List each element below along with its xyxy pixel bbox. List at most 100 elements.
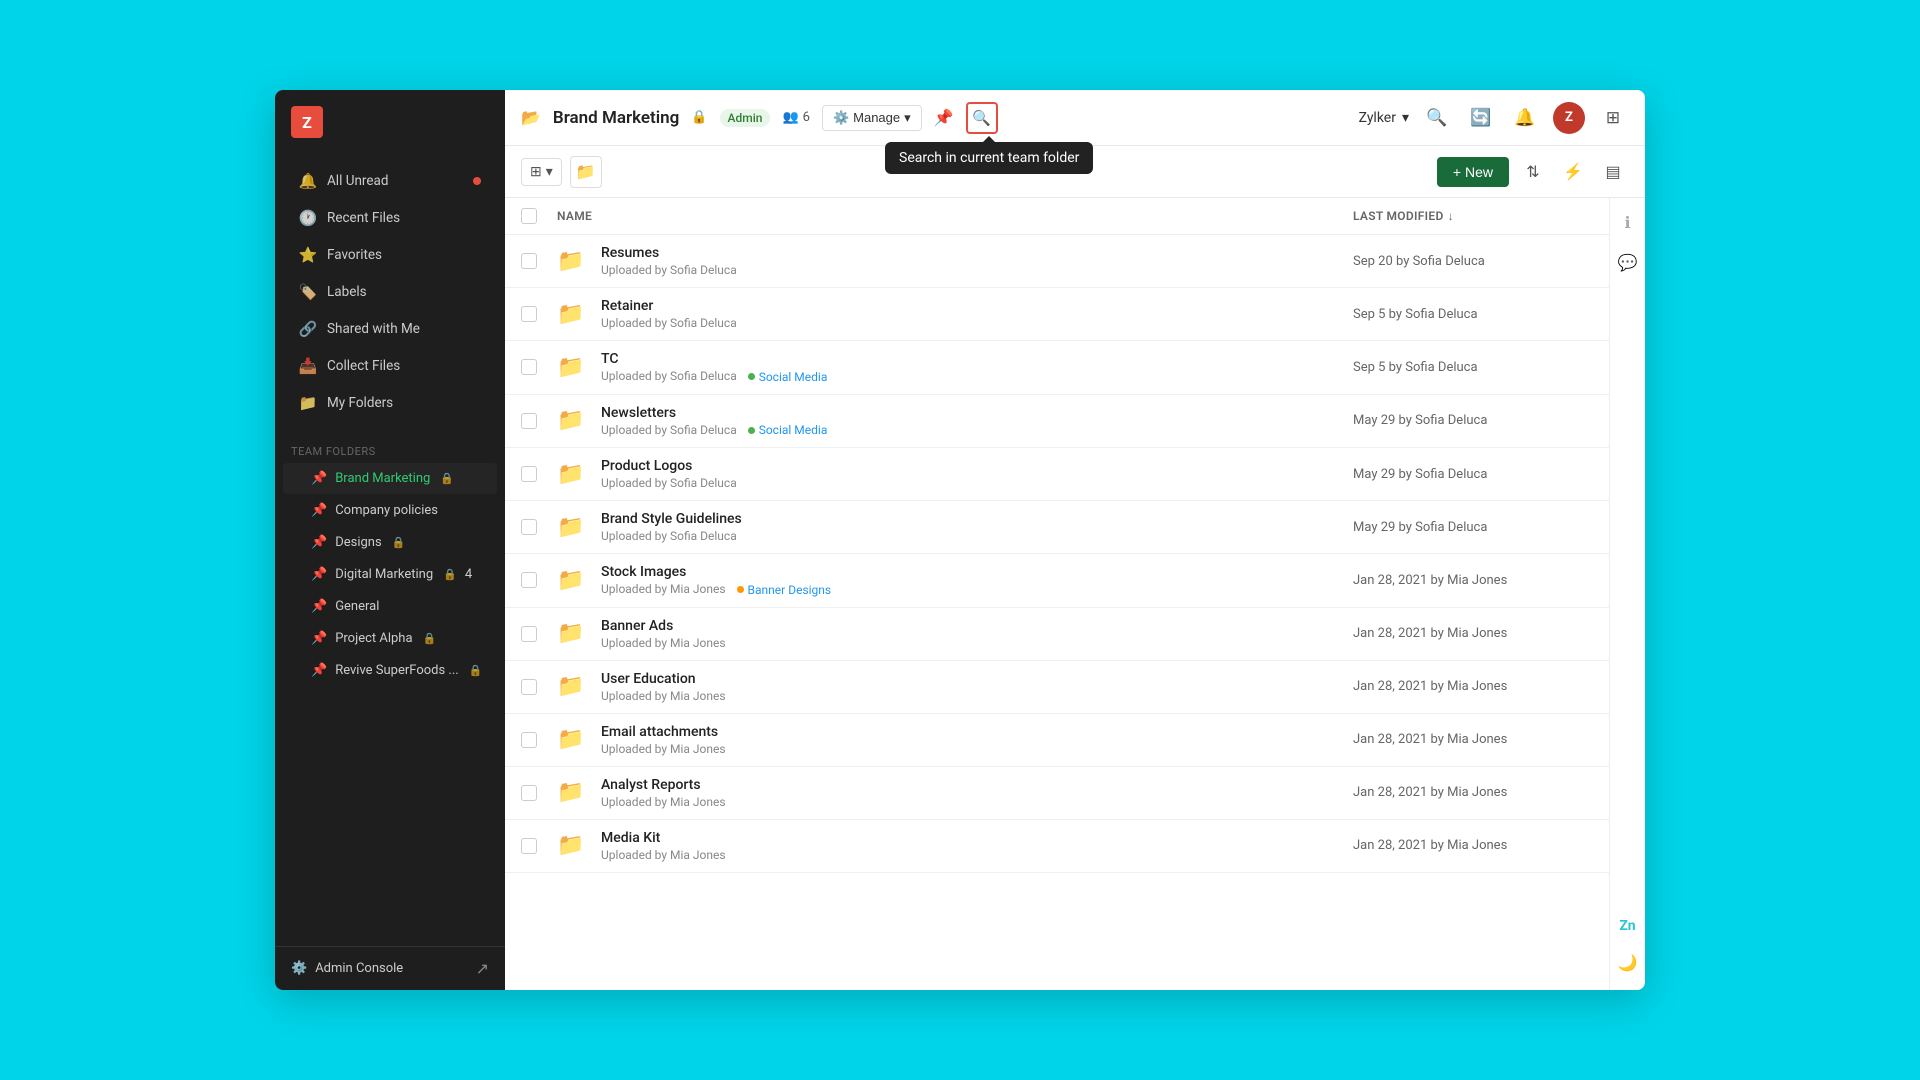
table-row[interactable]: 📁 Retainer Uploaded by Sofia Deluca Sep … xyxy=(505,288,1609,341)
table-row[interactable]: 📁 Analyst Reports Uploaded by Mia Jones … xyxy=(505,767,1609,820)
columns-button[interactable]: ▤ xyxy=(1597,156,1629,188)
table-row[interactable]: 📁 User Education Uploaded by Mia Jones J… xyxy=(505,661,1609,714)
table-row[interactable]: 📁 Media Kit Uploaded by Mia Jones Jan 28… xyxy=(505,820,1609,873)
row-checkbox-11[interactable] xyxy=(521,838,557,854)
col-name-header: NAME xyxy=(557,209,1353,223)
sidebar-item-general[interactable]: 📌 General xyxy=(283,591,497,622)
row-checkbox-0[interactable] xyxy=(521,253,557,269)
table-row[interactable]: 📁 Brand Style Guidelines Uploaded by Sof… xyxy=(505,501,1609,554)
sort-button[interactable]: ⇅ xyxy=(1517,156,1549,188)
pin-icon-revive: 📌 xyxy=(311,663,327,678)
gear-icon: ⚙️ xyxy=(291,961,307,976)
new-folder-button[interactable]: 📁 xyxy=(570,156,602,188)
user-avatar[interactable]: Z xyxy=(1553,102,1585,134)
table-row[interactable]: 📁 Resumes Uploaded by Sofia Deluca Sep 2… xyxy=(505,235,1609,288)
sidebar-item-digital-marketing[interactable]: 📌 Digital Marketing 🔒 4 xyxy=(283,559,497,590)
row-name-0: Resumes xyxy=(601,245,1353,261)
row-checkbox-3[interactable] xyxy=(521,413,557,429)
file-list-header: NAME LAST MODIFIED ↓ xyxy=(505,198,1609,235)
table-row[interactable]: 📁 Banner Ads Uploaded by Mia Jones Jan 2… xyxy=(505,608,1609,661)
row-checkbox-6[interactable] xyxy=(521,572,557,588)
side-activity-button[interactable]: Zn xyxy=(1616,914,1640,938)
new-file-button[interactable]: + New xyxy=(1437,157,1509,187)
row-checkbox-8[interactable] xyxy=(521,679,557,695)
row-checkbox-2[interactable] xyxy=(521,359,557,375)
sidebar: Z 🔔 All Unread 🕐 Recent Files ⭐ Favorite… xyxy=(275,90,505,990)
sidebar-item-revive-superfoods[interactable]: 📌 Revive SuperFoods ... 🔒 xyxy=(283,655,497,686)
table-row[interactable]: 📁 Newsletters Uploaded by Sofia Deluca S… xyxy=(505,395,1609,449)
row-info-7: Banner Ads Uploaded by Mia Jones xyxy=(601,618,1353,650)
topbar-pin-button[interactable]: 📌 xyxy=(934,108,954,127)
sidebar-item-designs[interactable]: 📌 Designs 🔒 xyxy=(283,527,497,558)
topbar-search-button[interactable]: 🔍 xyxy=(966,102,998,134)
lock-icon-brand-marketing: 🔒 xyxy=(440,472,454,485)
view-toggle-button[interactable]: ⊞ ▾ xyxy=(521,158,562,186)
topbar: 📂 Brand Marketing 🔒 Admin 👥 6 ⚙️ Manage … xyxy=(505,90,1645,146)
row-checkbox-10[interactable] xyxy=(521,785,557,801)
sidebar-item-labels[interactable]: 🏷️ Labels xyxy=(283,274,497,310)
manage-button[interactable]: ⚙️ Manage ▾ xyxy=(822,105,922,131)
topbar-apps-button[interactable]: ⊞ xyxy=(1597,102,1629,134)
side-comment-button[interactable]: 💬 xyxy=(1616,250,1640,274)
manage-label: Manage xyxy=(853,110,900,125)
sort-down-icon: ↓ xyxy=(1448,209,1454,223)
sidebar-item-project-alpha[interactable]: 📌 Project Alpha 🔒 xyxy=(283,623,497,654)
team-folder-label-designs: Designs xyxy=(335,535,381,550)
sidebar-item-all-unread[interactable]: 🔔 All Unread xyxy=(283,163,497,199)
select-all-checkbox[interactable] xyxy=(521,208,537,224)
unread-dot xyxy=(473,177,481,185)
pin-icon-designs: 📌 xyxy=(311,535,327,550)
row-checkbox-9[interactable] xyxy=(521,732,557,748)
row-sub-2: Uploaded by Sofia Deluca Social Media xyxy=(601,369,1353,384)
table-row[interactable]: 📁 Stock Images Uploaded by Mia Jones Ban… xyxy=(505,554,1609,608)
view-chevron-icon: ▾ xyxy=(546,164,553,180)
row-checkbox-4[interactable] xyxy=(521,466,557,482)
admin-console-button[interactable]: ⚙️ Admin Console xyxy=(291,961,403,976)
topbar-right: Zylker ▾ 🔍 🔄 🔔 Z ⊞ xyxy=(1359,102,1629,134)
row-checkbox-5[interactable] xyxy=(521,519,557,535)
row-checkbox-7[interactable] xyxy=(521,626,557,642)
pin-icon-project-alpha: 📌 xyxy=(311,631,327,646)
topbar-admin-badge: Admin xyxy=(720,109,771,127)
row-checkbox-1[interactable] xyxy=(521,306,557,322)
row-folder-icon-8: 📁 xyxy=(557,674,589,699)
row-modified-9: Jan 28, 2021 by Mia Jones xyxy=(1353,732,1593,747)
sidebar-item-company-policies[interactable]: 📌 Company policies xyxy=(283,495,497,526)
sidebar-item-my-folders[interactable]: 📁 My Folders xyxy=(283,385,497,421)
side-info-button[interactable]: ℹ xyxy=(1616,210,1640,234)
row-modified-4: May 29 by Sofia Deluca xyxy=(1353,467,1593,482)
row-info-10: Analyst Reports Uploaded by Mia Jones xyxy=(601,777,1353,809)
topbar-search-global-button[interactable]: 🔍 xyxy=(1421,102,1453,134)
share-icon: 🔗 xyxy=(299,320,317,338)
logo-icon[interactable]: Z xyxy=(291,106,323,138)
folder-icon: 📁 xyxy=(299,394,317,412)
sidebar-item-collect-files[interactable]: 📥 Collect Files xyxy=(283,348,497,384)
row-info-8: User Education Uploaded by Mia Jones xyxy=(601,671,1353,703)
sidebar-item-brand-marketing[interactable]: 📌 Brand Marketing 🔒 xyxy=(283,463,497,494)
external-link-icon[interactable]: ↗ xyxy=(476,959,489,978)
row-folder-icon-10: 📁 xyxy=(557,780,589,805)
team-folder-label-project-alpha: Project Alpha xyxy=(335,631,412,646)
sidebar-item-shared-with-me[interactable]: 🔗 Shared with Me xyxy=(283,311,497,347)
sidebar-item-favorites[interactable]: ⭐ Favorites xyxy=(283,237,497,273)
members-info: 👥 6 xyxy=(782,110,810,125)
row-folder-icon-4: 📁 xyxy=(557,462,589,487)
topbar-sync-button[interactable]: 🔄 xyxy=(1465,102,1497,134)
user-menu[interactable]: Zylker ▾ xyxy=(1359,110,1409,126)
members-count: 6 xyxy=(803,110,810,125)
col-modified-header[interactable]: LAST MODIFIED ↓ xyxy=(1353,209,1593,223)
side-theme-button[interactable]: 🌙 xyxy=(1616,950,1640,974)
table-row[interactable]: 📁 Product Logos Uploaded by Sofia Deluca… xyxy=(505,448,1609,501)
sidebar-logo-area: Z xyxy=(275,90,505,154)
sidebar-item-recent-files[interactable]: 🕐 Recent Files xyxy=(283,200,497,236)
topbar-notification-button[interactable]: 🔔 xyxy=(1509,102,1541,134)
row-modified-8: Jan 28, 2021 by Mia Jones xyxy=(1353,679,1593,694)
row-info-4: Product Logos Uploaded by Sofia Deluca xyxy=(601,458,1353,490)
filter-button[interactable]: ⚡ xyxy=(1557,156,1589,188)
nav-label-recent-files: Recent Files xyxy=(327,210,400,226)
main-content: 📂 Brand Marketing 🔒 Admin 👥 6 ⚙️ Manage … xyxy=(505,90,1645,990)
table-row[interactable]: 📁 TC Uploaded by Sofia Deluca Social Med… xyxy=(505,341,1609,395)
topbar-folder-icon: 📂 xyxy=(521,108,541,127)
table-row[interactable]: 📁 Email attachments Uploaded by Mia Jone… xyxy=(505,714,1609,767)
row-folder-icon-5: 📁 xyxy=(557,515,589,540)
